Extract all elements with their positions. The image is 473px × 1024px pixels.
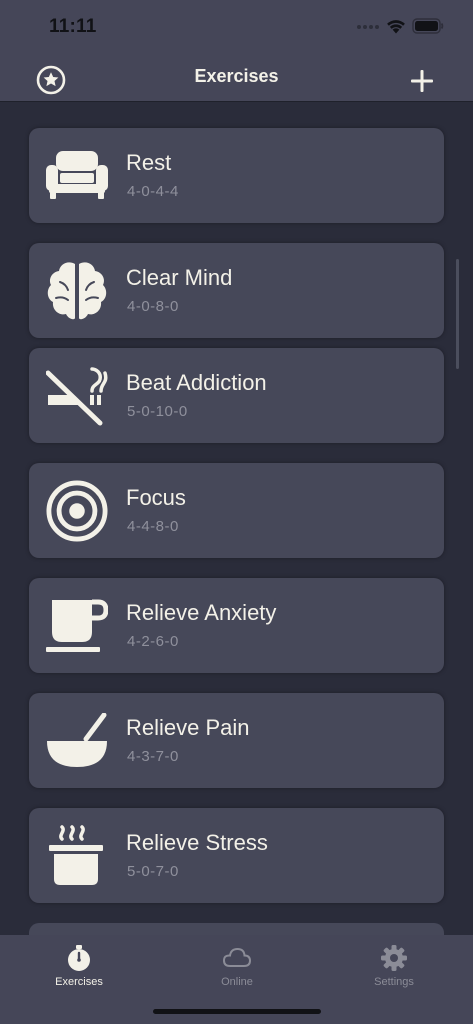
exercise-name: Clear Mind — [126, 265, 233, 290]
exercise-list[interactable]: Rest 4-0-4-4 Clear Mind 4-0-8-0 Beat Add… — [0, 101, 473, 935]
steaming-pot-icon — [46, 825, 108, 887]
exercise-card-relieve-anxiety[interactable]: Relieve Anxiety 4-2-6-0 — [29, 578, 444, 673]
brain-icon — [46, 260, 108, 322]
tab-label: Exercises — [55, 976, 103, 988]
home-indicator — [153, 1009, 321, 1014]
exercise-card-clear-mind[interactable]: Clear Mind 4-0-8-0 — [29, 243, 444, 338]
exercise-card-partial[interactable] — [29, 923, 444, 935]
exercise-card-rest[interactable]: Rest 4-0-4-4 — [29, 128, 444, 223]
exercise-pattern: 4-3-7-0 — [127, 748, 179, 765]
exercise-pattern: 5-0-7-0 — [127, 863, 179, 880]
exercise-pattern: 4-4-8-0 — [127, 518, 179, 535]
gear-icon — [381, 945, 407, 971]
exercise-card-relieve-pain[interactable]: Relieve Pain 4-3-7-0 — [29, 693, 444, 788]
cloud-icon — [223, 947, 251, 967]
exercise-name: Relieve Anxiety — [126, 600, 277, 625]
tab-settings[interactable]: Settings — [315, 935, 473, 1005]
tab-label: Settings — [374, 976, 414, 988]
scroll-indicator — [456, 259, 459, 369]
exercise-pattern: 4-2-6-0 — [127, 633, 179, 650]
battery-icon — [412, 18, 444, 34]
couch-icon — [46, 145, 108, 207]
exercise-pattern: 4-0-4-4 — [127, 183, 179, 200]
exercise-name: Beat Addiction — [126, 370, 267, 395]
exercise-name: Relieve Pain — [126, 715, 250, 740]
page-title: Exercises — [194, 66, 279, 86]
tab-online[interactable]: Online — [158, 935, 316, 1005]
coffee-cup-icon — [46, 595, 108, 657]
cellular-signal-icon — [357, 25, 379, 29]
status-time: 11:11 — [49, 16, 97, 37]
wifi-icon — [387, 20, 405, 34]
app-screen: 11:11 Exercises Rest 4-0-4-4 Clear Mind … — [0, 0, 473, 1024]
tab-label: Online — [221, 976, 253, 988]
exercise-card-beat-addiction[interactable]: Beat Addiction 5-0-10-0 — [29, 348, 444, 443]
exercise-name: Focus — [126, 485, 186, 510]
target-icon — [46, 480, 108, 542]
exercise-pattern: 4-0-8-0 — [127, 298, 179, 315]
stopwatch-icon — [68, 945, 90, 971]
exercise-card-relieve-stress[interactable]: Relieve Stress 5-0-7-0 — [29, 808, 444, 903]
exercise-name: Rest — [126, 150, 172, 175]
no-smoking-icon — [46, 365, 108, 427]
exercise-card-focus[interactable]: Focus 4-4-8-0 — [29, 463, 444, 558]
mortar-pestle-icon — [46, 710, 108, 772]
exercise-pattern: 5-0-10-0 — [127, 403, 188, 420]
add-exercise-button[interactable] — [407, 66, 437, 96]
top-bar: 11:11 Exercises — [0, 0, 473, 101]
tab-exercises[interactable]: Exercises — [0, 935, 158, 1005]
exercise-name: Relieve Stress — [126, 830, 268, 855]
